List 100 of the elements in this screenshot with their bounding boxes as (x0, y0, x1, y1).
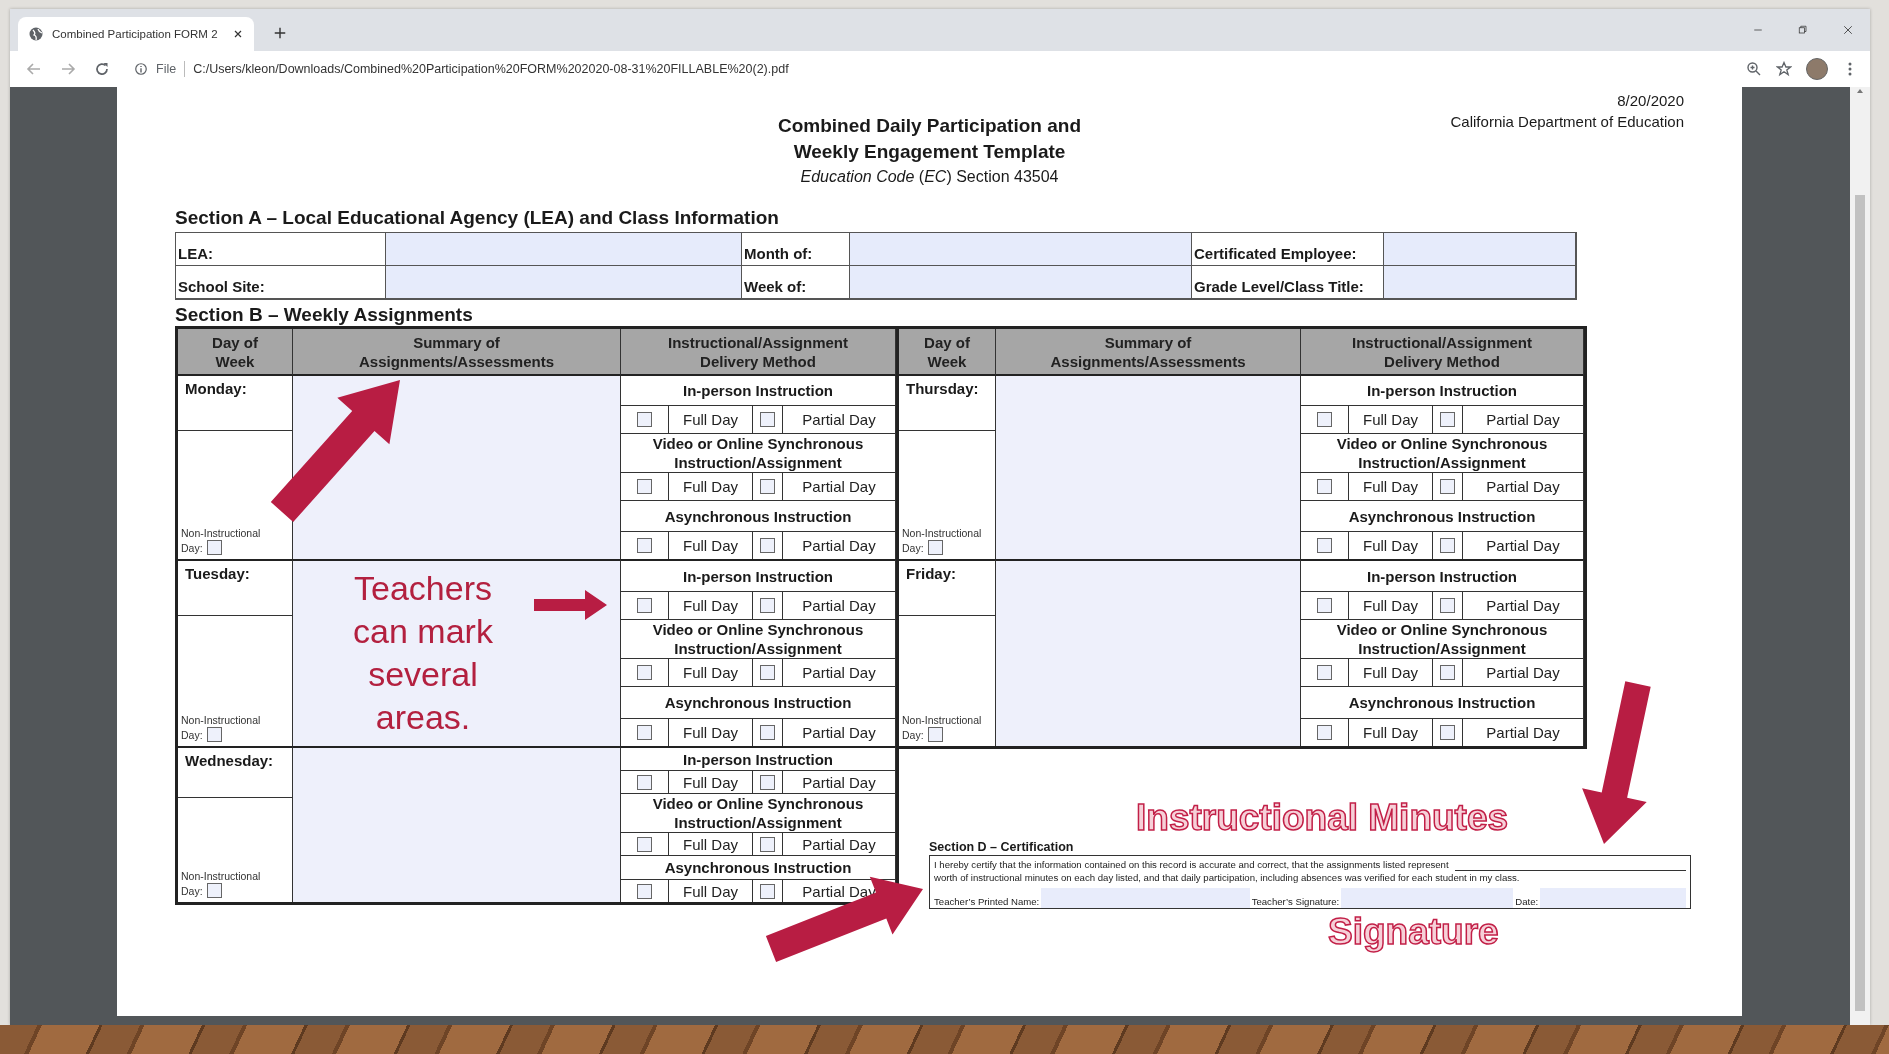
summary-field[interactable] (293, 746, 621, 902)
input-field[interactable] (1540, 888, 1686, 908)
checkbox[interactable] (1440, 725, 1455, 740)
option-label: Full Day (1363, 411, 1418, 428)
option-label: Partial Day (1486, 411, 1560, 428)
day-label: Tuesday: (178, 561, 292, 616)
checkbox[interactable] (1317, 665, 1332, 680)
option-label: Full Day (683, 411, 738, 428)
profile-avatar[interactable] (1806, 58, 1828, 80)
url-text: C:/Users/kleon/Downloads/Combined%20Participation%20FORM%202020-08-31%20FILLABLE%20(2).pdf (193, 62, 789, 76)
checkbox[interactable] (1317, 725, 1332, 740)
checkbox[interactable] (1317, 538, 1332, 553)
checkbox[interactable] (1317, 479, 1332, 494)
input-field[interactable] (850, 233, 1192, 266)
method-title: Video or Online Synchronous Instruction/Assignment (651, 620, 865, 658)
summary-field[interactable] (293, 376, 621, 559)
checkbox[interactable] (760, 725, 775, 740)
method-title: In-person Instruction (1367, 381, 1517, 400)
method-title: In-person Instruction (683, 566, 833, 586)
checkbox[interactable] (637, 665, 652, 680)
method-title: Asynchronous Instruction (1348, 506, 1536, 526)
non-instructional-checkbox[interactable] (927, 540, 943, 555)
input-field[interactable] (1041, 888, 1250, 908)
scrollbar[interactable] (1850, 87, 1870, 1025)
option-label: Full Day (683, 773, 738, 791)
field-label: School Site: (178, 278, 265, 295)
column-header: Summary of Assignments/Assessments (1049, 332, 1247, 371)
option-label: Partial Day (802, 835, 876, 853)
checkbox[interactable] (760, 836, 775, 852)
option-label: Partial Day (1486, 664, 1560, 681)
checkbox[interactable] (1440, 538, 1455, 553)
option-label: Full Day (683, 537, 738, 554)
checkbox[interactable] (760, 883, 775, 899)
checkbox[interactable] (1440, 412, 1455, 427)
non-instructional-checkbox[interactable] (206, 883, 222, 898)
method-title: Video or Online Synchronous Instruction/Assignment (651, 794, 865, 832)
summary-field[interactable]: Teachers can mark several areas. (293, 559, 621, 746)
checkbox[interactable] (637, 598, 652, 613)
option-label: Full Day (683, 664, 738, 681)
organization-name: California Department of Education (1450, 112, 1684, 132)
day-field-label: Day: (181, 540, 203, 555)
checkbox[interactable] (760, 665, 775, 680)
day-field-label: Day: (181, 727, 203, 742)
checkbox[interactable] (637, 725, 652, 740)
method-title: In-person Instruction (1367, 566, 1517, 586)
field-label: LEA: (178, 245, 213, 262)
field-label: Teacher’s Signature: (1251, 894, 1340, 908)
checkbox[interactable] (760, 538, 775, 553)
summary-field[interactable] (996, 559, 1301, 746)
close-icon (1841, 24, 1854, 36)
day-field-label: Day: (902, 540, 924, 555)
non-instructional-label: Non-Instructional (902, 713, 982, 727)
checkbox[interactable] (637, 774, 652, 790)
option-label: Partial Day (1486, 537, 1560, 554)
column-header: Instructional/Assignment Delivery Method (1351, 332, 1533, 371)
checkbox[interactable] (1317, 412, 1332, 427)
non-instructional-checkbox[interactable] (206, 540, 222, 555)
checkbox[interactable] (1440, 479, 1455, 494)
day-label: Monday: (178, 376, 292, 431)
checkbox[interactable] (637, 479, 652, 494)
field-label: Certificated Employee: (1194, 245, 1357, 262)
section-heading: Section A – Local Educational Agency (LEA) and Class Information (175, 207, 779, 229)
document-subtitle: Education Code (EC) Section 43504 (800, 167, 1059, 187)
column-header: Day of Week (923, 332, 971, 371)
checkbox[interactable] (760, 774, 775, 790)
checkbox[interactable] (1317, 598, 1332, 613)
browser-tab[interactable]: Combined Participation FORM 2 (18, 17, 254, 51)
option-label: Partial Day (802, 724, 876, 741)
annotation-text: Teachers can mark several areas. (352, 568, 494, 738)
method-title: Asynchronous Instruction (664, 693, 852, 712)
input-field[interactable] (1384, 266, 1576, 299)
non-instructional-label: Non-Instructional (181, 869, 261, 883)
input-field[interactable] (1384, 233, 1576, 266)
option-label: Partial Day (802, 537, 876, 554)
option-label: Partial Day (802, 411, 876, 428)
checkbox[interactable] (760, 412, 775, 427)
method-title: Asynchronous Instruction (1348, 693, 1536, 712)
checkbox[interactable] (760, 598, 775, 613)
column-header: Summary of Assignments/Assessments (357, 332, 556, 371)
summary-field[interactable] (996, 376, 1301, 559)
non-instructional-checkbox[interactable] (927, 727, 943, 742)
checkbox[interactable] (637, 836, 652, 852)
document-title: Combined Daily Participation and (778, 114, 1081, 138)
checkbox[interactable] (637, 538, 652, 553)
input-field[interactable] (386, 266, 742, 299)
plus-icon (273, 26, 287, 40)
input-field[interactable] (386, 233, 742, 266)
input-field[interactable] (850, 266, 1192, 299)
option-label: Full Day (1363, 597, 1418, 614)
checkbox[interactable] (637, 883, 652, 899)
input-field[interactable] (1341, 888, 1514, 908)
checkbox[interactable] (760, 479, 775, 494)
checkbox[interactable] (1440, 665, 1455, 680)
non-instructional-checkbox[interactable] (206, 727, 222, 742)
option-label: Full Day (683, 882, 738, 900)
back-arrow-icon (26, 61, 42, 77)
checkbox[interactable] (1440, 598, 1455, 613)
option-label: Full Day (683, 724, 738, 741)
checkbox[interactable] (637, 412, 652, 427)
document-date: 8/20/2020 (1617, 91, 1684, 111)
